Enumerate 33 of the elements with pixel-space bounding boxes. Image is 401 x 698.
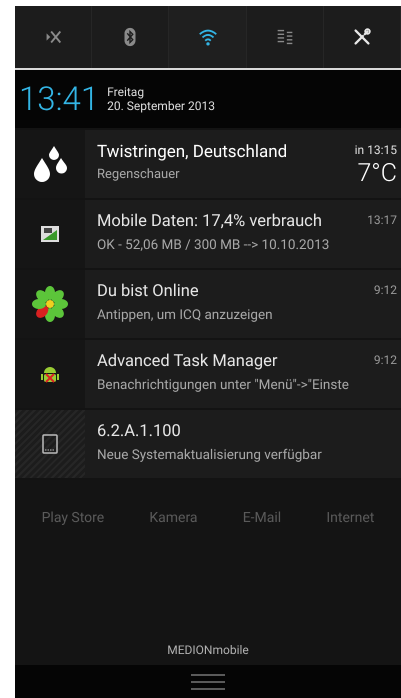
home-shortcut-label: Internet: [326, 509, 374, 528]
notification-text: Regenschauer: [97, 166, 180, 184]
notification-title: Mobile Daten: 17,4% verbrauch: [97, 211, 323, 233]
mobile-data-icon: [41, 226, 59, 242]
notification-item[interactable]: Mobile Daten: 17,4% verbrauch OK - 52,06 MB / 300 MB --> 10.10.2013 13:17: [15, 200, 401, 268]
carrier-name: MEDIONmobile: [167, 642, 249, 659]
home-shortcut-label: E-Mail: [242, 509, 282, 528]
notification-item[interactable]: 6.2.A.1.100 Neue Systemaktualisierung verfügbar: [15, 410, 401, 478]
notification-time: 9:12: [374, 282, 397, 299]
notification-time: 9:12: [374, 352, 397, 369]
date: 20. September 2013: [107, 99, 215, 113]
drag-handle-icon[interactable]: [191, 672, 225, 690]
notification-text: Benachrichtigungen unter "Menü"->"Einste: [97, 376, 350, 395]
notification-text: OK - 52,06 MB / 300 MB --> 10.10.2013: [97, 236, 330, 255]
flower-icon: [31, 285, 69, 323]
notification-item[interactable]: Twistringen, Deutschland Regenschauer in 13:15 7°C: [15, 130, 401, 198]
notification-title: Twistringen, Deutschland: [97, 141, 288, 164]
weekday: Freitag: [107, 85, 146, 99]
tablet-icon: [42, 434, 58, 454]
notification-title: Advanced Task Manager: [97, 351, 278, 373]
notification-time: 13:17: [367, 212, 397, 229]
notification-item[interactable]: Advanced Task Manager Benachrichtigungen unter "Menü"->"Einste 9:12: [15, 340, 401, 408]
temperature: 7°C: [357, 160, 397, 188]
home-shortcut-label: Play Store: [42, 509, 104, 528]
home-shortcut-label: Kamera: [149, 509, 198, 528]
notification-text: Neue Systemaktualisierung verfügbar: [97, 446, 323, 465]
notification-title: Du bist Online: [97, 281, 200, 303]
clock-time: 13:41: [19, 82, 100, 116]
notification-time: in 13:15: [354, 142, 397, 159]
notification-title: 6.2.A.1.100: [97, 421, 182, 443]
android-robot-icon: [40, 364, 60, 384]
notification-item[interactable]: Du bist Online Antippen, um ICQ anzuzeigen 9:12: [15, 270, 401, 338]
notification-text: Antippen, um ICQ anzuzeigen: [97, 306, 274, 325]
